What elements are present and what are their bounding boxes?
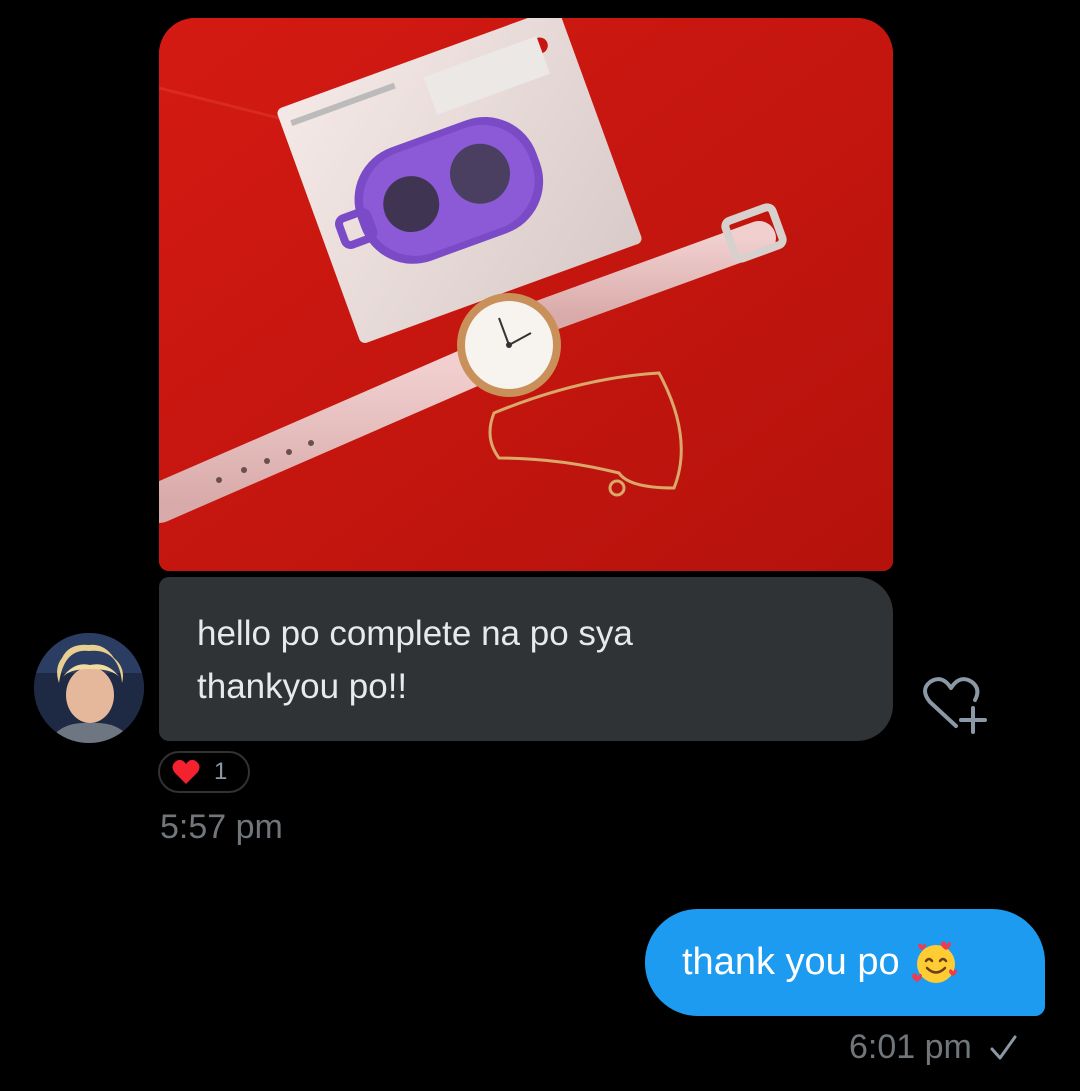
reaction-badge[interactable]: 1: [158, 751, 250, 793]
add-reaction-button[interactable]: [918, 674, 988, 734]
received-timestamp: 5:57 pm: [160, 808, 283, 846]
sent-timestamp: 6:01 pm: [849, 1028, 972, 1066]
received-message-bubble[interactable]: hello po complete na po sya thankyou po!…: [159, 577, 893, 741]
received-photo[interactable]: [159, 18, 893, 571]
check-icon: [990, 1035, 1017, 1059]
smiling-face-with-hearts-icon: [911, 939, 960, 987]
message-line: thankyou po!!: [197, 667, 408, 706]
sent-status-row: 6:01 pm: [849, 1028, 1018, 1067]
heart-icon: [172, 759, 200, 784]
heart-plus-icon: [923, 677, 987, 734]
dm-conversation: hello po complete na po sya thankyou po!…: [0, 0, 1080, 1091]
sent-message-bubble[interactable]: thank you po: [645, 909, 1045, 1016]
avatar-image: [34, 633, 144, 743]
sent-message-text: thank you po: [682, 941, 900, 983]
sender-avatar[interactable]: [34, 633, 144, 743]
photo-image: [159, 18, 893, 571]
reaction-count: 1: [214, 758, 228, 785]
message-line: hello po complete na po sya: [197, 614, 633, 653]
